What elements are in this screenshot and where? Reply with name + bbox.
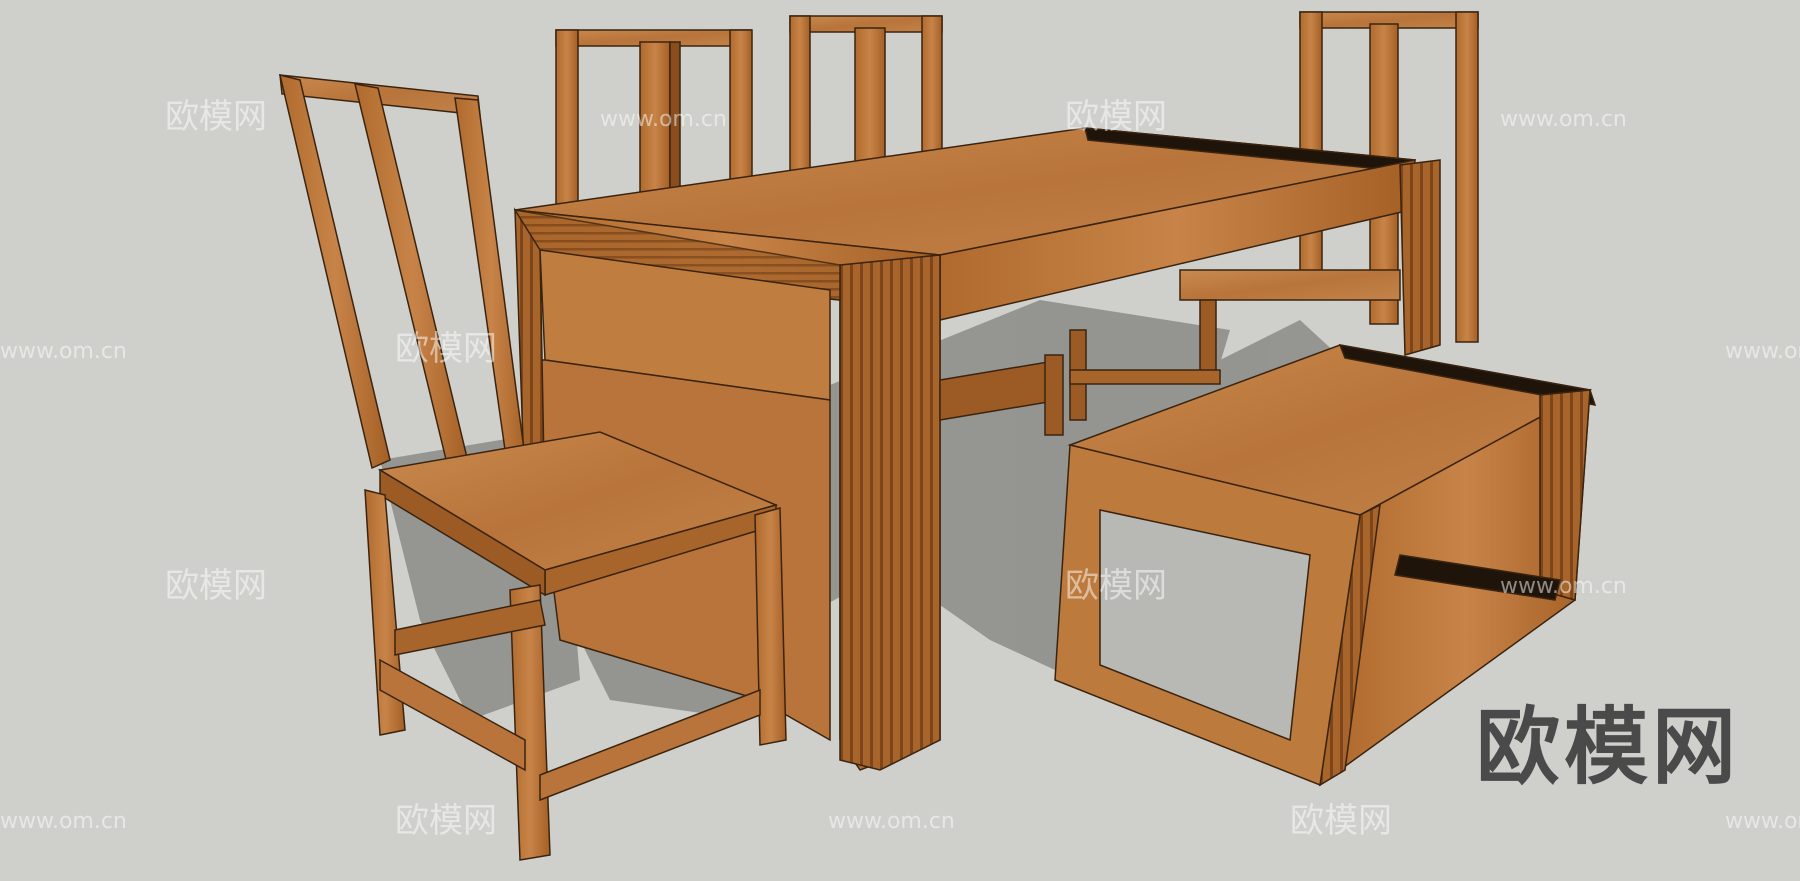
watermark-url: www.om.cn bbox=[600, 107, 727, 132]
watermark-cn: 欧模网 bbox=[165, 97, 267, 137]
watermark-url: www.om.cn bbox=[0, 339, 127, 364]
watermark-cn: 欧模网 bbox=[1065, 566, 1167, 606]
watermark-cn: 欧模网 bbox=[395, 801, 497, 841]
brand-logo-text: 欧模网 bbox=[1476, 698, 1741, 796]
watermark-cn: 欧模网 bbox=[395, 329, 497, 369]
watermark-url: www.om.cn bbox=[1725, 809, 1800, 834]
watermark-url: www.om.cn bbox=[1725, 339, 1800, 364]
watermark-cn: 欧模网 bbox=[1290, 801, 1392, 841]
watermark-url: www.om.cn bbox=[1500, 107, 1627, 132]
watermark-url: www.om.cn bbox=[1500, 574, 1627, 599]
watermark-url: www.om.cn bbox=[0, 809, 127, 834]
watermark-cn: 欧模网 bbox=[165, 566, 267, 606]
watermark-url: www.om.cn bbox=[828, 809, 955, 834]
watermark-cn: 欧模网 bbox=[1065, 97, 1167, 137]
